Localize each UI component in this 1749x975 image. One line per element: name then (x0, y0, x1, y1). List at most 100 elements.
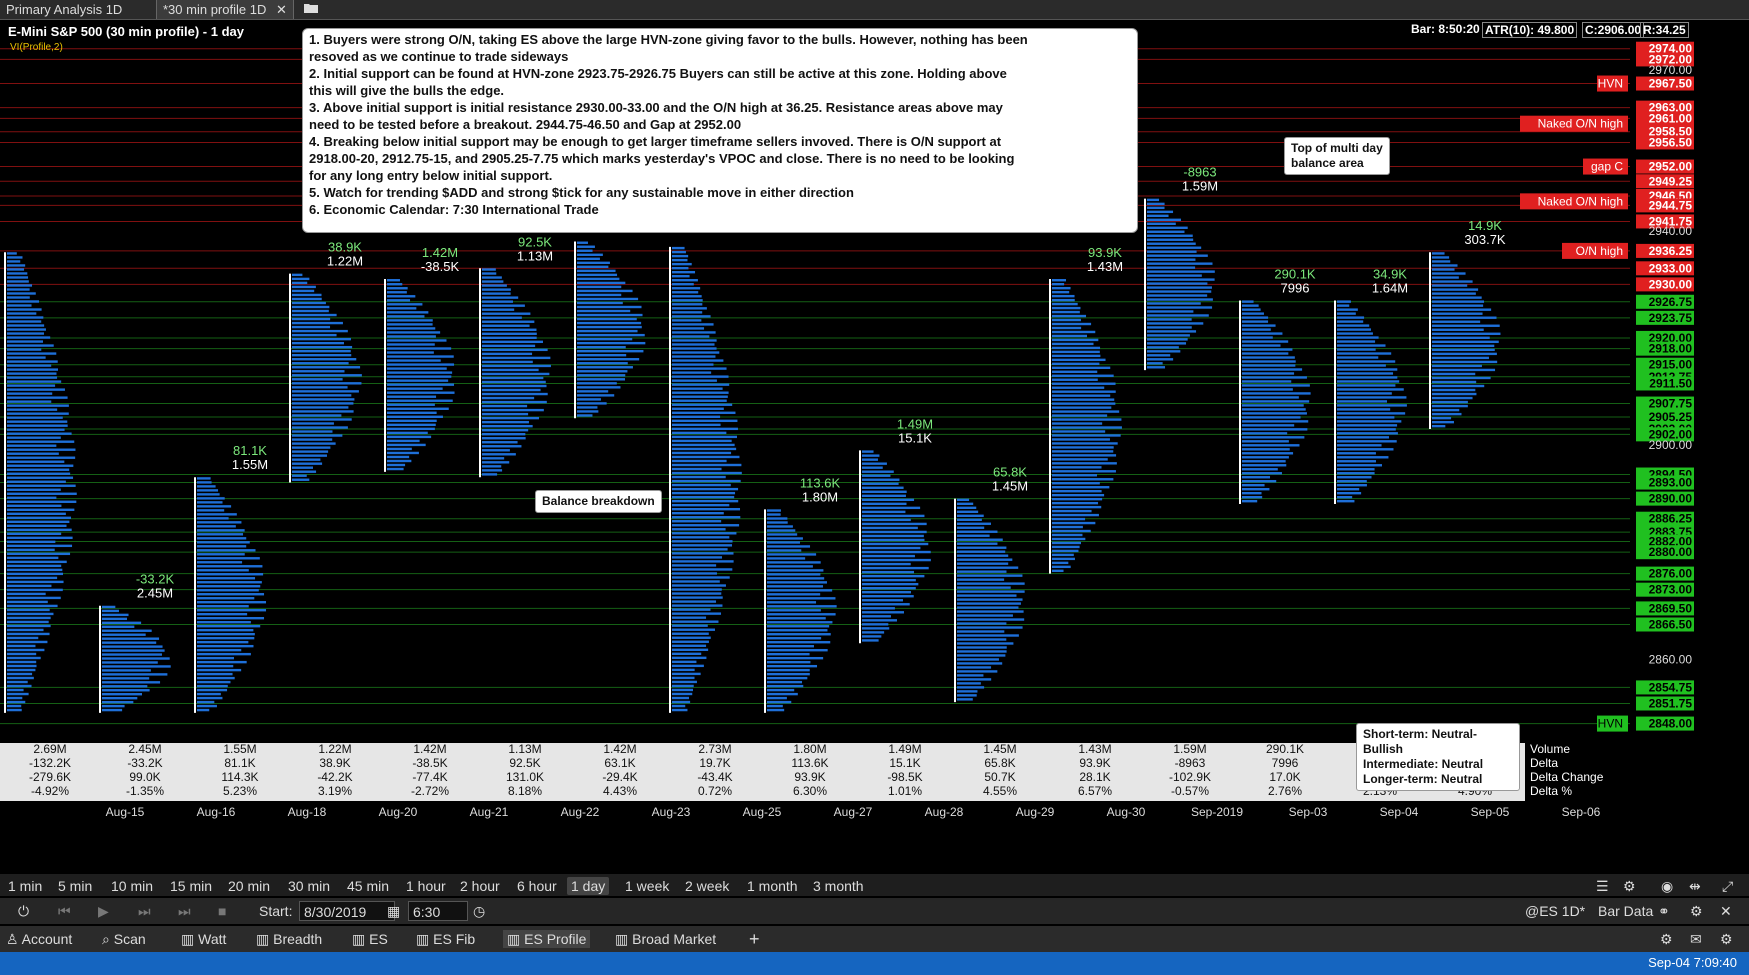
x-tick-label: Sep-06 (1562, 805, 1601, 819)
tf-45min[interactable]: 45 min (343, 877, 393, 895)
profile-histogram-bar (1242, 380, 1292, 383)
profile-histogram-bar (1337, 400, 1388, 403)
profile-histogram-bar (1337, 356, 1379, 359)
ws-breadth[interactable]: ▥ Breadth (256, 930, 322, 948)
tf-1day[interactable]: 1 day (567, 877, 610, 895)
profile-histogram-bar (1242, 328, 1271, 331)
profile-histogram-bar (672, 556, 723, 559)
bar-data-label[interactable]: Bar Data (1598, 902, 1653, 920)
profile-histogram-bar (482, 445, 522, 448)
step-forward-icon[interactable]: ⏭ (138, 902, 151, 920)
tf-30min[interactable]: 30 min (284, 877, 334, 895)
ws-account[interactable]: ♙ Account (6, 930, 72, 948)
chat-icon[interactable]: ✉ (1690, 930, 1702, 948)
top-multi-day-callout[interactable]: Top of multi day balance area (1284, 137, 1390, 175)
start-date-field[interactable]: 8/30/2019 (299, 901, 395, 921)
ws-label: Breadth (273, 931, 323, 947)
trade-plan-note[interactable]: 1. Buyers were strong O/N, taking ES abo… (302, 28, 1138, 233)
profile-histogram-bar (7, 564, 62, 568)
profile-histogram-bar (1337, 428, 1396, 431)
profile-histogram-bar (672, 516, 741, 519)
profile-histogram-bar (672, 636, 711, 639)
ws-broad-market[interactable]: ▥ Broad Market (615, 930, 716, 948)
profile-histogram-bar (862, 502, 907, 506)
chart-settings-icon[interactable]: ⚙ (1619, 877, 1640, 895)
resize-icon[interactable]: ⇹ (1685, 877, 1705, 895)
profile-histogram-bar (387, 367, 447, 370)
skip-back-icon[interactable]: ⏮ (58, 902, 71, 920)
profile-histogram-bar (1432, 356, 1489, 360)
symbol-label[interactable]: @ES 1D* (1525, 902, 1585, 920)
tf-1hour[interactable]: 1 hour (402, 877, 450, 895)
profile-histogram-bar (7, 304, 32, 307)
profile-histogram-bar (767, 509, 781, 512)
profile-histogram-bar (957, 658, 999, 661)
eye-icon[interactable]: ◉ (1657, 877, 1677, 895)
profile-histogram-bar (197, 652, 251, 656)
profile-histogram-bar (1242, 384, 1310, 387)
folder-icon[interactable] (298, 0, 324, 19)
profile-histogram-bar (1147, 234, 1193, 237)
tf-5min[interactable]: 5 min (54, 877, 96, 895)
profile-histogram-bar (1432, 324, 1500, 327)
profile-histogram-bar (1337, 388, 1404, 391)
zoom-icon[interactable]: ⤢ (1718, 877, 1737, 895)
tf-2hour[interactable]: 2 hour (456, 877, 504, 895)
profile-histogram-bar (672, 568, 733, 571)
bias-callout[interactable]: Short-term: Neutral-Bullish Intermediate… (1356, 723, 1520, 791)
ws-watt[interactable]: ▥ Watt (181, 930, 226, 948)
list-icon[interactable]: ☰ (1592, 877, 1613, 895)
profile-histogram-bar (1432, 344, 1495, 348)
profile-histogram-bar (672, 279, 698, 282)
profile-histogram-bar (1242, 348, 1293, 351)
price-level-label: 2851.75 (1649, 696, 1693, 710)
gear-icon[interactable]: ⚙ (1690, 902, 1703, 920)
profile-histogram-bar (672, 700, 691, 704)
ws-es-profile[interactable]: ▥ ES Profile (503, 930, 591, 948)
tf-15min[interactable]: 15 min (166, 877, 216, 895)
profile-label-top: 1.49M (897, 416, 933, 431)
tf-6hour[interactable]: 6 hour (513, 877, 561, 895)
profile-histogram-bar (292, 450, 329, 453)
profile-histogram-bar (1337, 404, 1407, 407)
settings-icon[interactable]: ⚙ (1720, 930, 1733, 948)
add-workspace-icon[interactable]: + (749, 930, 760, 948)
start-time-field[interactable]: 6:30 AM (408, 901, 468, 940)
skip-forward-icon[interactable]: ⏭ (178, 902, 191, 920)
tf-1month[interactable]: 1 month (743, 877, 802, 895)
profile-label-top: 38.9K (328, 240, 362, 255)
balance-breakdown-callout[interactable]: Balance breakdown (535, 490, 662, 513)
tf-20min[interactable]: 20 min (224, 877, 274, 895)
tf-2week[interactable]: 2 week (681, 877, 733, 895)
tab-primary-analysis[interactable]: Primary Analysis 1D (0, 0, 128, 19)
tf-1week[interactable]: 1 week (621, 877, 673, 895)
close-icon[interactable]: ✕ (276, 2, 287, 17)
ws-scan[interactable]: ⌕ Scan (102, 930, 146, 948)
profile-histogram-bar (767, 569, 824, 572)
profile-histogram-bar (1432, 368, 1496, 372)
profile-histogram-bar (1052, 549, 1079, 553)
tab-30min-profile[interactable]: *30 min profile 1D ✕ (156, 0, 294, 19)
link-icon[interactable]: ⚭ (1658, 902, 1670, 920)
clock-icon[interactable]: ◷ (473, 902, 485, 920)
play-icon[interactable]: ▶ (98, 902, 109, 920)
calendar-icon[interactable]: ▦ (387, 902, 400, 920)
profile-histogram-bar (1432, 400, 1468, 404)
tf-3month[interactable]: 3 month (809, 877, 868, 895)
stop-icon[interactable]: ■ (218, 902, 226, 920)
profile-histogram-bar (7, 268, 25, 271)
close-icon[interactable]: ✕ (1720, 902, 1732, 920)
tf-1min[interactable]: 1 min (4, 877, 46, 895)
profile-histogram-bar (7, 340, 44, 343)
profile-histogram-bar (292, 341, 344, 345)
profile-histogram-bar (387, 299, 411, 302)
tf-10min[interactable]: 10 min (107, 877, 157, 895)
profile-histogram-bar (672, 584, 726, 587)
profile-histogram-bar (102, 689, 150, 692)
power-icon[interactable]: ⏻ (18, 902, 29, 920)
gear-icon[interactable]: ⚙ (1660, 930, 1673, 948)
ws-es[interactable]: ▥ ES (352, 930, 388, 948)
ws-es-fib[interactable]: ▥ ES Fib (416, 930, 475, 948)
profile-histogram-bar (672, 275, 690, 278)
profile-histogram-bar (1052, 446, 1114, 449)
